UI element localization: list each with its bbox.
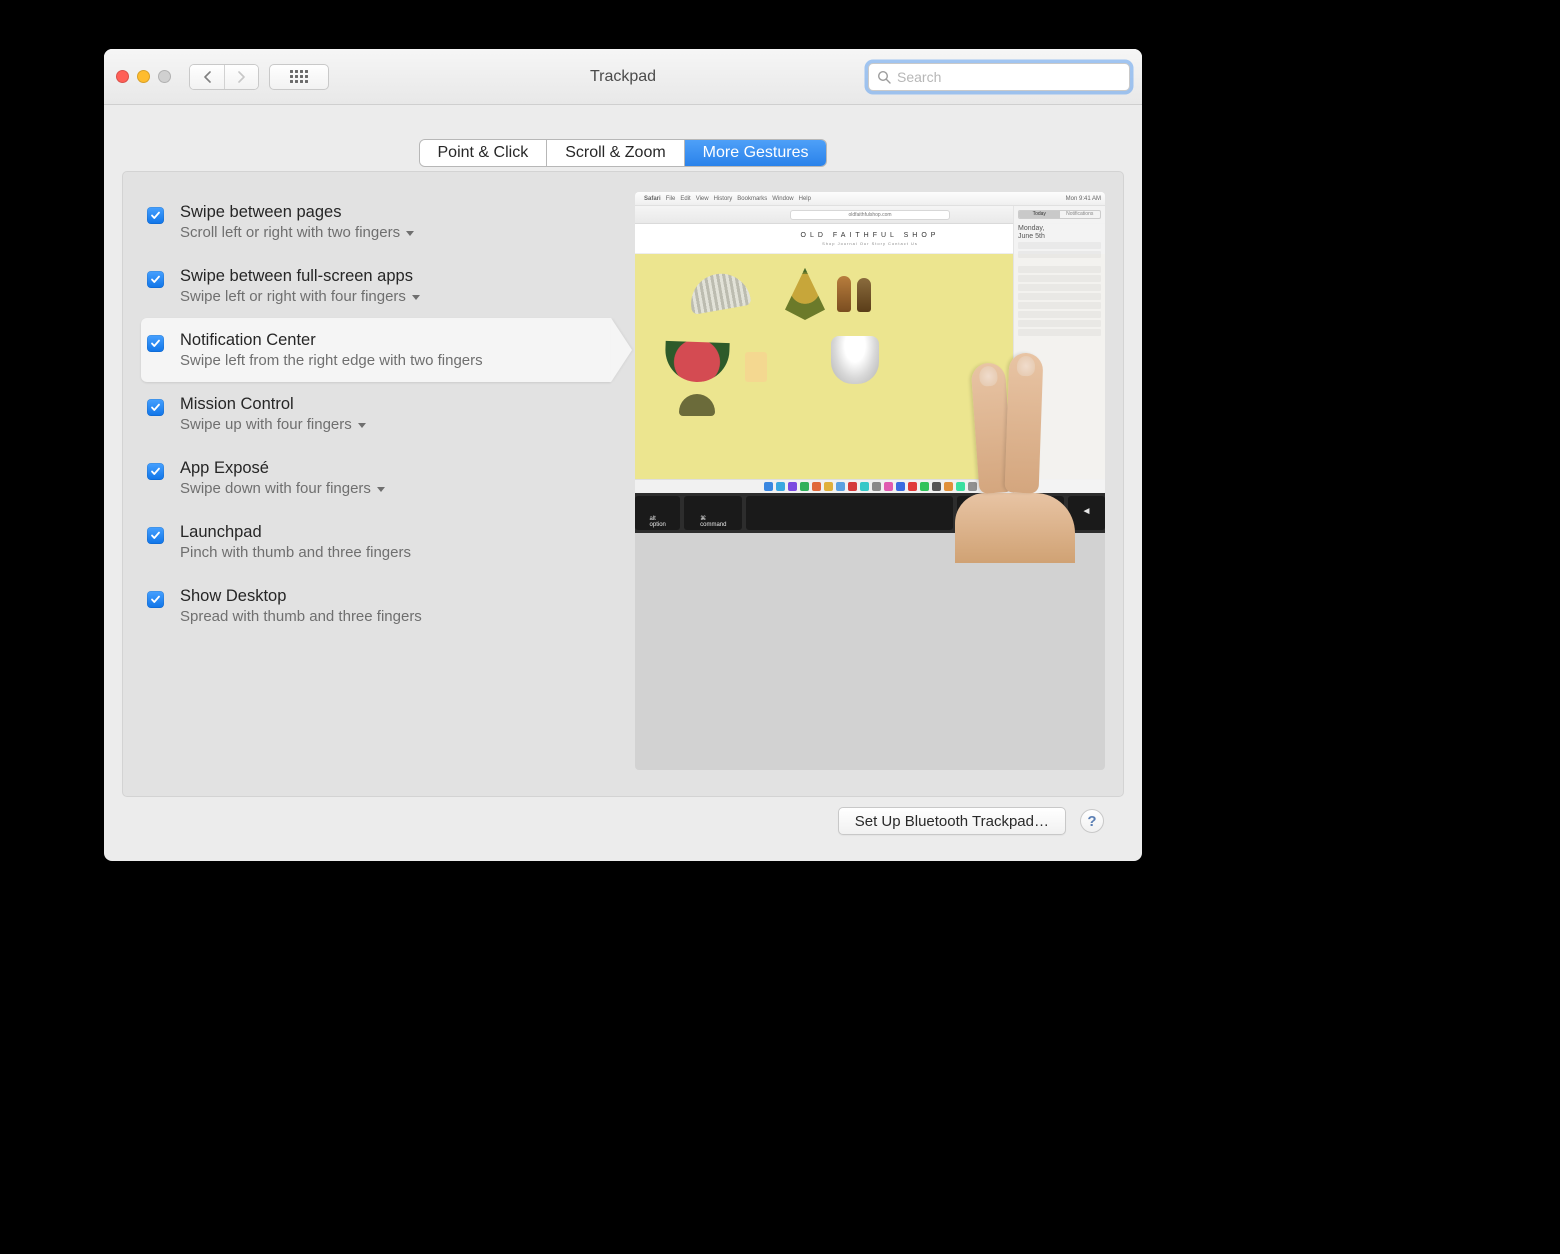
tab-point-click[interactable]: Point & Click <box>420 140 548 166</box>
gesture-title: Swipe between pages <box>180 203 414 222</box>
gesture-launchpad[interactable]: Launchpad Pinch with thumb and three fin… <box>141 510 611 574</box>
gesture-show-desktop[interactable]: Show Desktop Spread with thumb and three… <box>141 574 611 638</box>
gesture-title: Launchpad <box>180 523 411 542</box>
chevron-down-icon <box>358 423 366 428</box>
gesture-mission-control[interactable]: Mission Control Swipe up with four finge… <box>141 382 611 446</box>
checkbox[interactable] <box>147 335 164 352</box>
checkbox[interactable] <box>147 207 164 224</box>
search-field[interactable] <box>868 63 1130 91</box>
gesture-subtitle-dropdown[interactable]: Swipe left or right with four fingers <box>180 288 420 305</box>
gesture-subtitle: Spread with thumb and three fingers <box>180 608 422 625</box>
checkbox[interactable] <box>147 271 164 288</box>
gesture-swipe-fullscreen[interactable]: Swipe between full-screen apps Swipe lef… <box>141 254 611 318</box>
help-button[interactable]: ? <box>1080 809 1104 833</box>
grid-icon <box>290 70 308 83</box>
gesture-subtitle: Pinch with thumb and three fingers <box>180 544 411 561</box>
window-title: Trackpad <box>590 68 656 86</box>
gesture-swipe-pages[interactable]: Swipe between pages Scroll left or right… <box>141 190 611 254</box>
toolbar: Trackpad <box>104 49 1142 105</box>
preview-hand <box>945 343 1085 543</box>
gesture-subtitle-dropdown[interactable]: Swipe up with four fingers <box>180 416 366 433</box>
search-input[interactable] <box>897 69 1121 85</box>
nav-buttons <box>189 64 259 90</box>
tab-bar: Point & Click Scroll & Zoom More Gesture… <box>122 139 1124 167</box>
setup-bluetooth-button[interactable]: Set Up Bluetooth Trackpad… <box>838 807 1066 835</box>
checkbox[interactable] <box>147 527 164 544</box>
preview-address-bar: oldfaithfulshop.com <box>790 210 950 220</box>
chevron-right-icon <box>237 71 246 83</box>
gesture-subtitle-dropdown[interactable]: Swipe down with four fingers <box>180 480 385 497</box>
gesture-title: Mission Control <box>180 395 366 414</box>
close-window-button[interactable] <box>116 70 129 83</box>
gesture-subtitle-dropdown[interactable]: Scroll left or right with two fingers <box>180 224 414 241</box>
body: Point & Click Scroll & Zoom More Gesture… <box>104 105 1142 861</box>
window-controls <box>116 70 171 83</box>
gesture-title: App Exposé <box>180 459 385 478</box>
footer: Set Up Bluetooth Trackpad… ? <box>122 797 1124 849</box>
preferences-window: Trackpad Point & Click Scroll & Zoom Mor… <box>104 49 1142 861</box>
chevron-down-icon <box>377 487 385 492</box>
gesture-notification-center[interactable]: Notification Center Swipe left from the … <box>141 318 611 382</box>
gesture-subtitle: Swipe left from the right edge with two … <box>180 352 483 369</box>
show-all-button[interactable] <box>269 64 329 90</box>
zoom-window-button[interactable] <box>158 70 171 83</box>
gesture-title: Notification Center <box>180 331 483 350</box>
checkbox[interactable] <box>147 591 164 608</box>
back-button[interactable] <box>190 65 224 89</box>
forward-button[interactable] <box>224 65 258 89</box>
gesture-app-expose[interactable]: App Exposé Swipe down with four fingers <box>141 446 611 510</box>
search-icon <box>877 70 891 84</box>
chevron-down-icon <box>412 295 420 300</box>
chevron-left-icon <box>203 71 212 83</box>
tab-more-gestures[interactable]: More Gestures <box>685 140 827 166</box>
preview-menubar: Safari File Edit View History Bookmarks … <box>635 192 1105 206</box>
chevron-down-icon <box>406 231 414 236</box>
gesture-list: Swipe between pages Scroll left or right… <box>141 190 611 770</box>
minimize-window-button[interactable] <box>137 70 150 83</box>
gesture-preview: Safari File Edit View History Bookmarks … <box>635 192 1105 770</box>
tab-scroll-zoom[interactable]: Scroll & Zoom <box>547 140 684 166</box>
gesture-title: Show Desktop <box>180 587 422 606</box>
gesture-title: Swipe between full-screen apps <box>180 267 420 286</box>
checkbox[interactable] <box>147 399 164 416</box>
checkbox[interactable] <box>147 463 164 480</box>
panel: Swipe between pages Scroll left or right… <box>122 171 1124 797</box>
